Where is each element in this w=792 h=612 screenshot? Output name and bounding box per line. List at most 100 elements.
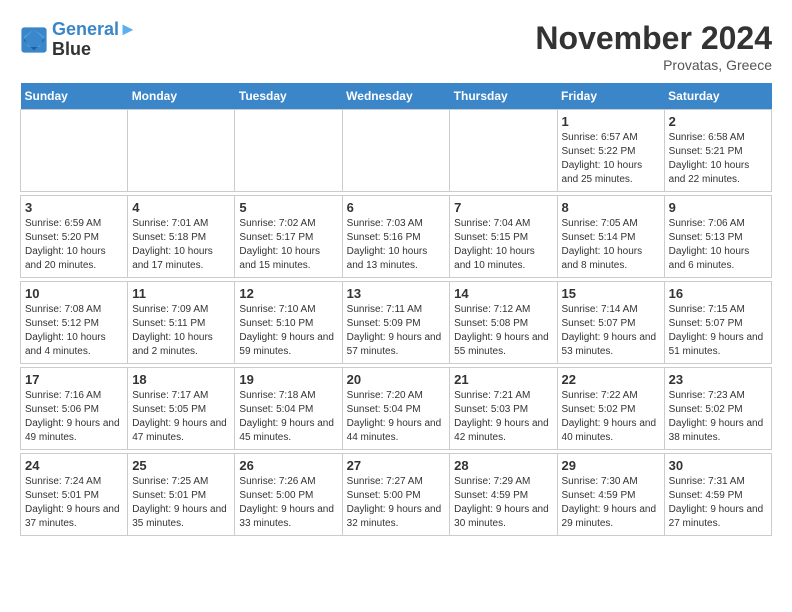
- week-row-5: 24 Sunrise: 7:24 AM Sunset: 5:01 PM Dayli…: [21, 454, 772, 536]
- day-cell: 2 Sunrise: 6:58 AM Sunset: 5:21 PM Daylig…: [664, 110, 771, 192]
- logo-line1: General: [52, 19, 119, 39]
- day-cell: 3 Sunrise: 6:59 AM Sunset: 5:20 PM Daylig…: [21, 196, 128, 278]
- day-number: 20: [347, 372, 446, 387]
- day-number: 26: [239, 458, 337, 473]
- day-number: 24: [25, 458, 123, 473]
- logo-line2: Blue: [52, 40, 137, 60]
- day-cell: 18Sunrise: 7:17 AM Sunset: 5:05 PM Dayli…: [128, 368, 235, 450]
- day-cell: 13 Sunrise: 7:11 AM Sunset: 5:09 PM Dayli…: [342, 282, 450, 364]
- day-cell: 15 Sunrise: 7:14 AM Sunset: 5:07 PM Dayli…: [557, 282, 664, 364]
- day-cell: [342, 110, 450, 192]
- day-info: Sunrise: 7:25 AM Sunset: 5:01 PM Dayligh…: [132, 475, 230, 531]
- day-number: 8: [562, 200, 660, 215]
- day-cell: 22 Sunrise: 7:22 AM Sunset: 5:02 PM Dayli…: [557, 368, 664, 450]
- day-info: Sunrise: 7:11 AM Sunset: 5:09 PM Dayligh…: [347, 303, 446, 359]
- day-cell: 21 Sunrise: 7:21 AM Sunset: 5:03 PM Dayli…: [450, 368, 557, 450]
- week-row-2: 3 Sunrise: 6:59 AM Sunset: 5:20 PM Daylig…: [21, 196, 772, 278]
- day-info: Sunrise: 7:29 AM Sunset: 4:59 PM Dayligh…: [454, 475, 552, 531]
- day-cell: 24 Sunrise: 7:24 AM Sunset: 5:01 PM Dayli…: [21, 454, 128, 536]
- day-number: 19: [239, 372, 337, 387]
- day-number: 27: [347, 458, 446, 473]
- day-number: 16: [669, 286, 767, 301]
- logo: General► Blue: [20, 20, 137, 60]
- day-info: Sunrise: 7:14 AM Sunset: 5:07 PM Dayligh…: [562, 303, 660, 359]
- day-info: Sunrise: 7:16 AM Sunset: 5:06 PM Dayligh…: [25, 389, 123, 445]
- day-number: 9: [669, 200, 767, 215]
- day-info: Sunrise: 7:06 AM Sunset: 5:13 PM Dayligh…: [669, 217, 767, 273]
- day-number: 2: [669, 114, 767, 129]
- day-number: 30: [669, 458, 767, 473]
- day-cell: 1Sunrise: 6:57 AM Sunset: 5:22 PM Daylig…: [557, 110, 664, 192]
- day-number: 25: [132, 458, 230, 473]
- day-info: Sunrise: 6:59 AM Sunset: 5:20 PM Dayligh…: [25, 217, 123, 273]
- day-cell: 4 Sunrise: 7:01 AM Sunset: 5:18 PM Daylig…: [128, 196, 235, 278]
- day-cell: 20 Sunrise: 7:20 AM Sunset: 5:04 PM Dayli…: [342, 368, 450, 450]
- day-cell: [235, 110, 342, 192]
- day-cell: 29 Sunrise: 7:30 AM Sunset: 4:59 PM Dayli…: [557, 454, 664, 536]
- day-info: Sunrise: 7:10 AM Sunset: 5:10 PM Dayligh…: [239, 303, 337, 359]
- day-info: Sunrise: 7:30 AM Sunset: 4:59 PM Dayligh…: [562, 475, 660, 531]
- day-info: Sunrise: 7:17 AM Sunset: 5:05 PM Dayligh…: [132, 389, 230, 445]
- page-header: General► Blue November 2024 Provatas, Gr…: [20, 20, 772, 73]
- day-info: Sunrise: 7:20 AM Sunset: 5:04 PM Dayligh…: [347, 389, 446, 445]
- day-number: 4: [132, 200, 230, 215]
- day-number: 5: [239, 200, 337, 215]
- logo-icon: [20, 26, 48, 54]
- day-info: Sunrise: 7:15 AM Sunset: 5:07 PM Dayligh…: [669, 303, 767, 359]
- month-title: November 2024: [535, 20, 772, 57]
- day-number: 11: [132, 286, 230, 301]
- day-cell: 25 Sunrise: 7:25 AM Sunset: 5:01 PM Dayli…: [128, 454, 235, 536]
- day-info: Sunrise: 7:21 AM Sunset: 5:03 PM Dayligh…: [454, 389, 552, 445]
- day-cell: 5 Sunrise: 7:02 AM Sunset: 5:17 PM Daylig…: [235, 196, 342, 278]
- day-info: Sunrise: 7:01 AM Sunset: 5:18 PM Dayligh…: [132, 217, 230, 273]
- day-cell: 28 Sunrise: 7:29 AM Sunset: 4:59 PM Dayli…: [450, 454, 557, 536]
- weekday-header-wednesday: Wednesday: [342, 83, 450, 110]
- day-number: 3: [25, 200, 123, 215]
- day-number: 28: [454, 458, 552, 473]
- weekday-header-tuesday: Tuesday: [235, 83, 342, 110]
- title-block: November 2024 Provatas, Greece: [535, 20, 772, 73]
- day-cell: 6 Sunrise: 7:03 AM Sunset: 5:16 PM Daylig…: [342, 196, 450, 278]
- calendar-table: SundayMondayTuesdayWednesdayThursdayFrid…: [20, 83, 772, 536]
- day-info: Sunrise: 7:31 AM Sunset: 4:59 PM Dayligh…: [669, 475, 767, 531]
- weekday-header-thursday: Thursday: [450, 83, 557, 110]
- week-row-1: 1Sunrise: 6:57 AM Sunset: 5:22 PM Daylig…: [21, 110, 772, 192]
- week-row-4: 17 Sunrise: 7:16 AM Sunset: 5:06 PM Dayli…: [21, 368, 772, 450]
- day-number: 22: [562, 372, 660, 387]
- weekday-header-monday: Monday: [128, 83, 235, 110]
- day-number: 15: [562, 286, 660, 301]
- day-number: 14: [454, 286, 552, 301]
- day-info: Sunrise: 7:26 AM Sunset: 5:00 PM Dayligh…: [239, 475, 337, 531]
- day-cell: 26 Sunrise: 7:26 AM Sunset: 5:00 PM Dayli…: [235, 454, 342, 536]
- day-number: 21: [454, 372, 552, 387]
- day-cell: 17 Sunrise: 7:16 AM Sunset: 5:06 PM Dayli…: [21, 368, 128, 450]
- day-info: Sunrise: 7:02 AM Sunset: 5:17 PM Dayligh…: [239, 217, 337, 273]
- day-info: Sunrise: 7:09 AM Sunset: 5:11 PM Dayligh…: [132, 303, 230, 359]
- day-cell: 10Sunrise: 7:08 AM Sunset: 5:12 PM Dayli…: [21, 282, 128, 364]
- day-info: Sunrise: 7:22 AM Sunset: 5:02 PM Dayligh…: [562, 389, 660, 445]
- day-number: 13: [347, 286, 446, 301]
- day-cell: 30 Sunrise: 7:31 AM Sunset: 4:59 PM Dayli…: [664, 454, 771, 536]
- day-number: 7: [454, 200, 552, 215]
- logo-text: General► Blue: [52, 20, 137, 60]
- day-number: 29: [562, 458, 660, 473]
- day-info: Sunrise: 7:24 AM Sunset: 5:01 PM Dayligh…: [25, 475, 123, 531]
- day-number: 17: [25, 372, 123, 387]
- day-info: Sunrise: 7:27 AM Sunset: 5:00 PM Dayligh…: [347, 475, 446, 531]
- day-number: 23: [669, 372, 767, 387]
- day-cell: 12Sunrise: 7:10 AM Sunset: 5:10 PM Dayli…: [235, 282, 342, 364]
- day-info: Sunrise: 6:58 AM Sunset: 5:21 PM Dayligh…: [669, 131, 767, 187]
- day-cell: 16 Sunrise: 7:15 AM Sunset: 5:07 PM Dayli…: [664, 282, 771, 364]
- day-cell: 7Sunrise: 7:04 AM Sunset: 5:15 PM Daylig…: [450, 196, 557, 278]
- day-info: Sunrise: 7:18 AM Sunset: 5:04 PM Dayligh…: [239, 389, 337, 445]
- week-row-3: 10Sunrise: 7:08 AM Sunset: 5:12 PM Dayli…: [21, 282, 772, 364]
- day-number: 6: [347, 200, 446, 215]
- weekday-header-saturday: Saturday: [664, 83, 771, 110]
- day-info: Sunrise: 7:03 AM Sunset: 5:16 PM Dayligh…: [347, 217, 446, 273]
- day-number: 1: [562, 114, 660, 129]
- day-info: Sunrise: 7:08 AM Sunset: 5:12 PM Dayligh…: [25, 303, 123, 359]
- day-cell: [450, 110, 557, 192]
- day-cell: 19 Sunrise: 7:18 AM Sunset: 5:04 PM Dayli…: [235, 368, 342, 450]
- weekday-header-sunday: Sunday: [21, 83, 128, 110]
- weekday-header-row: SundayMondayTuesdayWednesdayThursdayFrid…: [21, 83, 772, 110]
